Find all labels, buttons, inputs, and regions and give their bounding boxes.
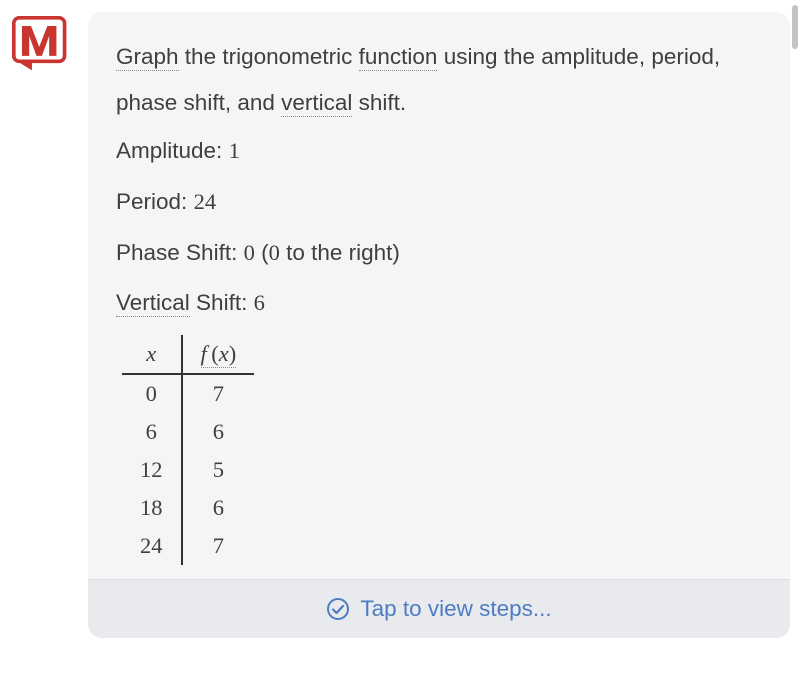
cell-x: 18 — [122, 489, 182, 527]
link-vertical-2[interactable]: Vertical — [116, 290, 190, 317]
desc-text: the trigonometric — [179, 44, 359, 69]
amplitude-label: Amplitude: — [116, 138, 222, 163]
main-container: Graph the trigonometric function using t… — [0, 0, 800, 638]
cell-x: 0 — [122, 374, 182, 413]
scrollbar-thumb[interactable] — [792, 5, 798, 49]
values-table-wrap: x f (x) 07 66 125 186 247 — [122, 335, 762, 565]
cell-x: 12 — [122, 451, 182, 489]
table-row: 186 — [122, 489, 254, 527]
solution-card: Graph the trigonometric function using t… — [88, 12, 790, 638]
table-header-fx: f (x) — [182, 335, 255, 374]
phase-shift-line: Phase Shift: 0 (0 to the right) — [116, 228, 762, 279]
cell-fx: 5 — [182, 451, 255, 489]
cell-x: 6 — [122, 413, 182, 451]
desc-text: shift. — [352, 90, 406, 115]
table-header-x: x — [122, 335, 182, 374]
cell-fx: 7 — [182, 374, 255, 413]
app-logo-icon — [12, 16, 70, 74]
table-row: 66 — [122, 413, 254, 451]
vertical-shift-line: Vertical Shift: 6 — [116, 278, 762, 329]
view-steps-label: Tap to view steps... — [360, 596, 551, 622]
checkmark-circle-icon — [326, 597, 350, 621]
period-label: Period: — [116, 189, 187, 214]
table-row: 07 — [122, 374, 254, 413]
link-vertical[interactable]: vertical — [281, 90, 352, 117]
phase-shift-note-suffix: to the right) — [280, 240, 400, 265]
vertical-shift-value: 6 — [254, 290, 265, 315]
cell-fx: 6 — [182, 413, 255, 451]
view-steps-button[interactable]: Tap to view steps... — [88, 579, 790, 638]
cell-fx: 7 — [182, 527, 255, 565]
table-row: 247 — [122, 527, 254, 565]
phase-shift-note-val: 0 — [269, 240, 280, 265]
vertical-shift-label-rest: Shift: — [190, 290, 248, 315]
cell-x: 24 — [122, 527, 182, 565]
table-header-row: x f (x) — [122, 335, 254, 374]
link-function[interactable]: function — [359, 44, 438, 71]
values-table: x f (x) 07 66 125 186 247 — [122, 335, 254, 565]
amplitude-value: 1 — [229, 138, 240, 163]
phase-shift-value: 0 — [244, 240, 255, 265]
amplitude-line: Amplitude: 1 — [116, 126, 762, 177]
period-line: Period: 24 — [116, 177, 762, 228]
period-value: 24 — [194, 189, 217, 214]
problem-description: Graph the trigonometric function using t… — [116, 34, 762, 126]
phase-shift-label: Phase Shift: — [116, 240, 237, 265]
table-row: 125 — [122, 451, 254, 489]
link-graph[interactable]: Graph — [116, 44, 179, 71]
phase-shift-note-open: ( — [261, 240, 269, 265]
cell-fx: 6 — [182, 489, 255, 527]
